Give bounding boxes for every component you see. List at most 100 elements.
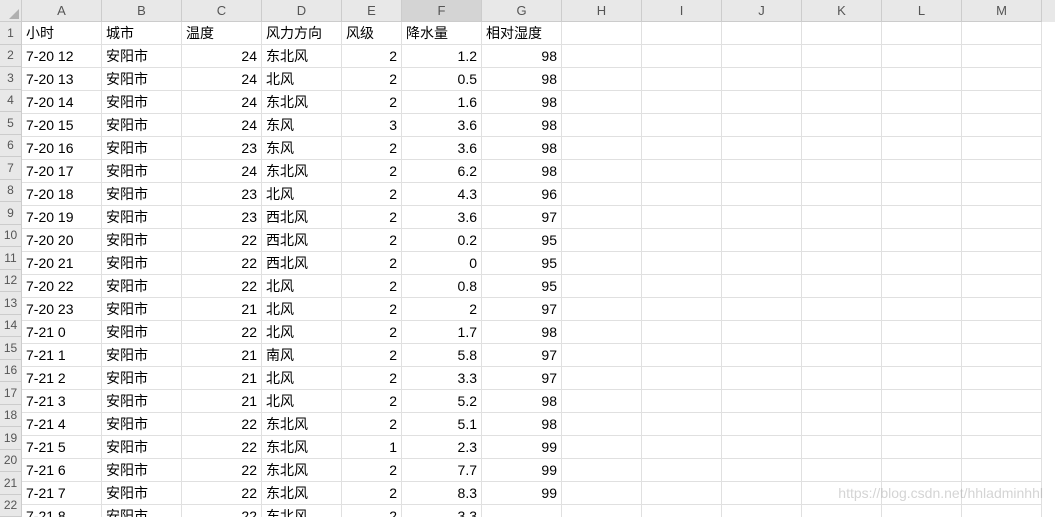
- cell-I5[interactable]: [642, 114, 722, 137]
- cell-E21[interactable]: 2: [342, 482, 402, 505]
- cell-B3[interactable]: 安阳市: [102, 68, 182, 91]
- cell-A1[interactable]: 小时: [22, 22, 102, 45]
- cell-G16[interactable]: 97: [482, 367, 562, 390]
- cell-H12[interactable]: [562, 275, 642, 298]
- cell-F7[interactable]: 6.2: [402, 160, 482, 183]
- row-header-7[interactable]: 7: [0, 157, 22, 180]
- cell-H14[interactable]: [562, 321, 642, 344]
- cell-K20[interactable]: [802, 459, 882, 482]
- cell-E13[interactable]: 2: [342, 298, 402, 321]
- cell-J20[interactable]: [722, 459, 802, 482]
- cell-J1[interactable]: [722, 22, 802, 45]
- cell-A18[interactable]: 7-21 4: [22, 413, 102, 436]
- cell-B19[interactable]: 安阳市: [102, 436, 182, 459]
- row-header-18[interactable]: 18: [0, 405, 22, 428]
- row-header-16[interactable]: 16: [0, 360, 22, 383]
- cell-F12[interactable]: 0.8: [402, 275, 482, 298]
- cell-M2[interactable]: [962, 45, 1042, 68]
- cell-B14[interactable]: 安阳市: [102, 321, 182, 344]
- cell-D19[interactable]: 东北风: [262, 436, 342, 459]
- cell-H3[interactable]: [562, 68, 642, 91]
- row-header-5[interactable]: 5: [0, 112, 22, 135]
- cell-B10[interactable]: 安阳市: [102, 229, 182, 252]
- cell-J10[interactable]: [722, 229, 802, 252]
- cell-A20[interactable]: 7-21 6: [22, 459, 102, 482]
- cell-D6[interactable]: 东风: [262, 137, 342, 160]
- cell-G13[interactable]: 97: [482, 298, 562, 321]
- cell-E8[interactable]: 2: [342, 183, 402, 206]
- cell-H11[interactable]: [562, 252, 642, 275]
- cell-H9[interactable]: [562, 206, 642, 229]
- row-header-13[interactable]: 13: [0, 292, 22, 315]
- row-header-22[interactable]: 22: [0, 495, 22, 517]
- cell-I12[interactable]: [642, 275, 722, 298]
- cell-D17[interactable]: 北风: [262, 390, 342, 413]
- cell-B6[interactable]: 安阳市: [102, 137, 182, 160]
- cell-J11[interactable]: [722, 252, 802, 275]
- cell-K8[interactable]: [802, 183, 882, 206]
- cell-I22[interactable]: [642, 505, 722, 517]
- cell-F9[interactable]: 3.6: [402, 206, 482, 229]
- cell-C20[interactable]: 22: [182, 459, 262, 482]
- cell-L7[interactable]: [882, 160, 962, 183]
- cell-G2[interactable]: 98: [482, 45, 562, 68]
- cell-K18[interactable]: [802, 413, 882, 436]
- cell-E5[interactable]: 3: [342, 114, 402, 137]
- cell-B2[interactable]: 安阳市: [102, 45, 182, 68]
- cell-M11[interactable]: [962, 252, 1042, 275]
- cell-M8[interactable]: [962, 183, 1042, 206]
- cell-E11[interactable]: 2: [342, 252, 402, 275]
- cell-C14[interactable]: 22: [182, 321, 262, 344]
- cell-B16[interactable]: 安阳市: [102, 367, 182, 390]
- cell-I3[interactable]: [642, 68, 722, 91]
- cell-G8[interactable]: 96: [482, 183, 562, 206]
- cell-C21[interactable]: 22: [182, 482, 262, 505]
- cell-E14[interactable]: 2: [342, 321, 402, 344]
- row-header-2[interactable]: 2: [0, 45, 22, 68]
- cell-A7[interactable]: 7-20 17: [22, 160, 102, 183]
- cell-E7[interactable]: 2: [342, 160, 402, 183]
- cell-D11[interactable]: 西北风: [262, 252, 342, 275]
- cell-D13[interactable]: 北风: [262, 298, 342, 321]
- cell-A19[interactable]: 7-21 5: [22, 436, 102, 459]
- cell-M15[interactable]: [962, 344, 1042, 367]
- cell-H20[interactable]: [562, 459, 642, 482]
- cell-D8[interactable]: 北风: [262, 183, 342, 206]
- cell-B22[interactable]: 安阳市: [102, 505, 182, 517]
- cell-M5[interactable]: [962, 114, 1042, 137]
- cell-C6[interactable]: 23: [182, 137, 262, 160]
- cell-E4[interactable]: 2: [342, 91, 402, 114]
- cell-I6[interactable]: [642, 137, 722, 160]
- cell-F22[interactable]: 3.3: [402, 505, 482, 517]
- cell-J17[interactable]: [722, 390, 802, 413]
- cell-J2[interactable]: [722, 45, 802, 68]
- column-header-K[interactable]: K: [802, 0, 882, 22]
- cell-C12[interactable]: 22: [182, 275, 262, 298]
- cell-J5[interactable]: [722, 114, 802, 137]
- cell-H18[interactable]: [562, 413, 642, 436]
- cell-E3[interactable]: 2: [342, 68, 402, 91]
- cell-F16[interactable]: 3.3: [402, 367, 482, 390]
- cell-A10[interactable]: 7-20 20: [22, 229, 102, 252]
- cell-E1[interactable]: 风级: [342, 22, 402, 45]
- cell-I19[interactable]: [642, 436, 722, 459]
- cell-I17[interactable]: [642, 390, 722, 413]
- cell-K4[interactable]: [802, 91, 882, 114]
- cell-C1[interactable]: 温度: [182, 22, 262, 45]
- cell-K19[interactable]: [802, 436, 882, 459]
- cell-H22[interactable]: [562, 505, 642, 517]
- cell-F5[interactable]: 3.6: [402, 114, 482, 137]
- cell-A14[interactable]: 7-21 0: [22, 321, 102, 344]
- cell-L6[interactable]: [882, 137, 962, 160]
- cell-M12[interactable]: [962, 275, 1042, 298]
- cell-J9[interactable]: [722, 206, 802, 229]
- cell-H15[interactable]: [562, 344, 642, 367]
- cell-L1[interactable]: [882, 22, 962, 45]
- cell-E17[interactable]: 2: [342, 390, 402, 413]
- cell-K9[interactable]: [802, 206, 882, 229]
- cell-M7[interactable]: [962, 160, 1042, 183]
- cell-G1[interactable]: 相对湿度: [482, 22, 562, 45]
- cell-L2[interactable]: [882, 45, 962, 68]
- cell-H2[interactable]: [562, 45, 642, 68]
- column-header-G[interactable]: G: [482, 0, 562, 22]
